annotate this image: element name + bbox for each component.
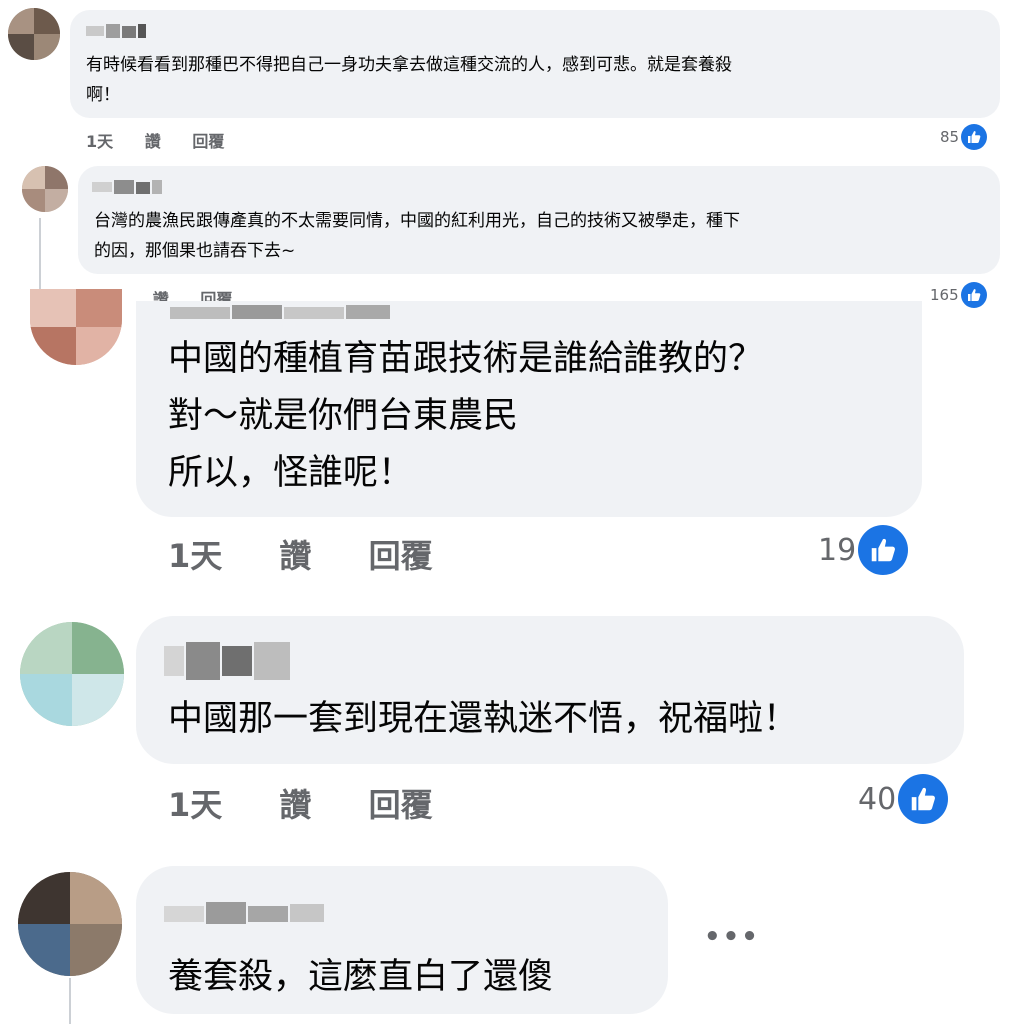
thread-line (69, 978, 71, 1024)
avatar[interactable] (20, 622, 124, 726)
thumbs-up-icon (898, 774, 949, 824)
like-button[interactable]: 讚 (279, 780, 311, 826)
avatar[interactable] (30, 289, 122, 365)
reply-button[interactable]: 回覆 (192, 128, 224, 152)
comment-actions: 1天 讚 回覆 (86, 128, 224, 152)
like-button[interactable]: 讚 (145, 128, 161, 152)
comment-text: 中國的種植育苗跟技術是誰給誰教的？ 對～就是你們台東農民 所以，怪誰呢！ (168, 339, 764, 493)
avatar[interactable] (18, 872, 122, 976)
reply-button[interactable]: 回覆 (369, 780, 433, 826)
comment-text: 中國那一套到現在還執迷不悟，祝福啦！ (168, 699, 799, 739)
author-name-blurred[interactable] (86, 24, 148, 38)
comment-actions: 1天 讚 回覆 (168, 780, 433, 826)
author-name-blurred[interactable] (92, 180, 162, 194)
reaction-count[interactable]: 40 (858, 774, 949, 824)
thumbs-up-icon (858, 525, 909, 575)
like-count: 85 (940, 128, 960, 146)
comment-3: 中國的種植育苗跟技術是誰給誰教的？ 對～就是你們台東農民 所以，怪誰呢！ 1天 … (0, 289, 1024, 600)
comment-bubble: 中國的種植育苗跟技術是誰給誰教的？ 對～就是你們台東農民 所以，怪誰呢！ (136, 301, 922, 517)
comment-bubble: 有時候看看到那種巴不得把自己一身功夫拿去做這種交流的人，感到可悲。就是套養殺 啊… (70, 10, 1000, 118)
avatar[interactable] (22, 166, 68, 212)
comment-5: 養套殺，這麼直白了還傻 ••• (0, 850, 1024, 1024)
like-count: 165 (930, 286, 959, 304)
reaction-count[interactable]: 19 (818, 525, 909, 575)
reply-button[interactable]: 回覆 (369, 531, 433, 577)
comment-time[interactable]: 1天 (168, 531, 222, 577)
thumbs-up-icon (961, 124, 988, 150)
comment-2: 台灣的農漁民跟傳產真的不太需要同情，中國的紅利用光，自己的技術又被學走，種下 的… (0, 160, 1024, 309)
avatar[interactable] (8, 8, 60, 60)
thread-line (39, 218, 41, 298)
reaction-count[interactable]: 85 (940, 124, 988, 150)
author-name-blurred[interactable] (164, 642, 290, 680)
comment-text: 有時候看看到那種巴不得把自己一身功夫拿去做這種交流的人，感到可悲。就是套養殺 啊… (86, 55, 732, 105)
comment-time[interactable]: 1天 (86, 128, 113, 152)
like-count: 19 (818, 532, 857, 568)
comment-text: 台灣的農漁民跟傳產真的不太需要同情，中國的紅利用光，自己的技術又被學走，種下 的… (94, 211, 740, 261)
comment-time[interactable]: 1天 (168, 780, 222, 826)
author-name-blurred[interactable] (170, 305, 390, 319)
comment-text: 養套殺，這麼直白了還傻 (168, 957, 554, 997)
comment-bubble: 養套殺，這麼直白了還傻 (136, 866, 668, 1014)
comment-4: 中國那一套到現在還執迷不悟，祝福啦！ 1天 讚 回覆 40 (0, 600, 1024, 850)
like-count: 40 (858, 781, 897, 817)
author-name-blurred[interactable] (164, 902, 324, 924)
like-button[interactable]: 讚 (279, 531, 311, 577)
comment-1: 有時候看看到那種巴不得把自己一身功夫拿去做這種交流的人，感到可悲。就是套養殺 啊… (0, 0, 1024, 160)
comment-bubble: 中國那一套到現在還執迷不悟，祝福啦！ (136, 616, 964, 764)
comment-actions: 1天 讚 回覆 (168, 531, 433, 577)
comment-bubble: 台灣的農漁民跟傳產真的不太需要同情，中國的紅利用光，自己的技術又被學走，種下 的… (78, 166, 1000, 274)
more-horizontal-icon[interactable]: ••• (704, 924, 760, 950)
